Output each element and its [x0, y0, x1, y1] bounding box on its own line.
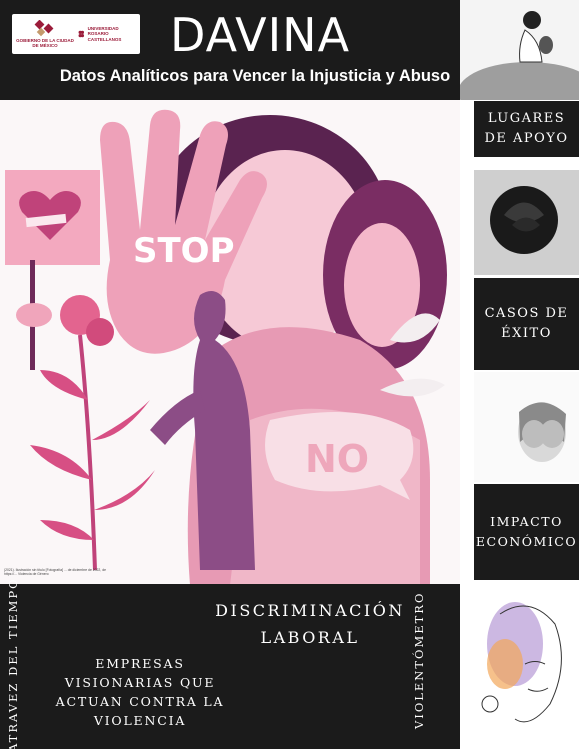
no-sign-text: NO — [305, 437, 369, 481]
thumbnail-covered-face[interactable] — [474, 372, 579, 482]
page-title: DAVINA — [170, 8, 351, 62]
logo-cdmx-icon — [34, 19, 56, 38]
menu-lugares-de-apoyo[interactable]: LUGARES DE APOYO — [474, 101, 579, 157]
thumbnail-black-rose[interactable] — [474, 170, 579, 275]
logo-urc-text: UNIVERSIDAD ROSARIO CASTELLANOS — [87, 25, 122, 42]
hero-caption: (2021). Ilustración sin título [Fotograf… — [4, 568, 106, 576]
logo-cdmx: GOBIERNO DE LA CIUDAD DE MÉXICO — [16, 16, 74, 52]
link-violentometro[interactable]: VIOLENTÓMETRO — [408, 590, 430, 730]
link-discriminacion-laboral[interactable]: DISCRIMINACIÓN LABORAL — [200, 597, 420, 651]
thumbnail-line-art-face[interactable] — [460, 584, 579, 749]
stop-sign-text: STOP — [133, 231, 235, 271]
logo-cdmx-text: GOBIERNO DE LA CIUDAD DE MÉXICO — [16, 38, 74, 48]
logo-urc: UNIVERSIDAD ROSARIO CASTELLANOS — [78, 16, 136, 52]
atravez-label: ATRAVEZ DEL TIEMPO — [6, 577, 20, 749]
page-subtitle: Datos Analíticos para Vencer la Injustic… — [59, 67, 451, 85]
link-empresas-visionarias[interactable]: EMPRESAS VISIONARIAS QUE ACTUAN CONTRA L… — [40, 654, 240, 730]
thumbnail-woman-on-rock[interactable] — [460, 0, 579, 100]
institution-logos: GOBIERNO DE LA CIUDAD DE MÉXICO UNIVERSI… — [12, 14, 140, 54]
menu-impacto-economico[interactable]: IMPACTO ECONÓMICO — [474, 484, 579, 580]
link-atravez-del-tiempo[interactable]: ATRAVEZ DEL TIEMPO — [2, 578, 24, 749]
violentometro-label: VIOLENTÓMETRO — [412, 591, 426, 729]
logo-urc-icon — [78, 30, 85, 38]
menu-casos-de-exito[interactable]: CASOS DE ÉXITO — [474, 278, 579, 370]
hero-illustration: STOP NO — [0, 100, 460, 585]
